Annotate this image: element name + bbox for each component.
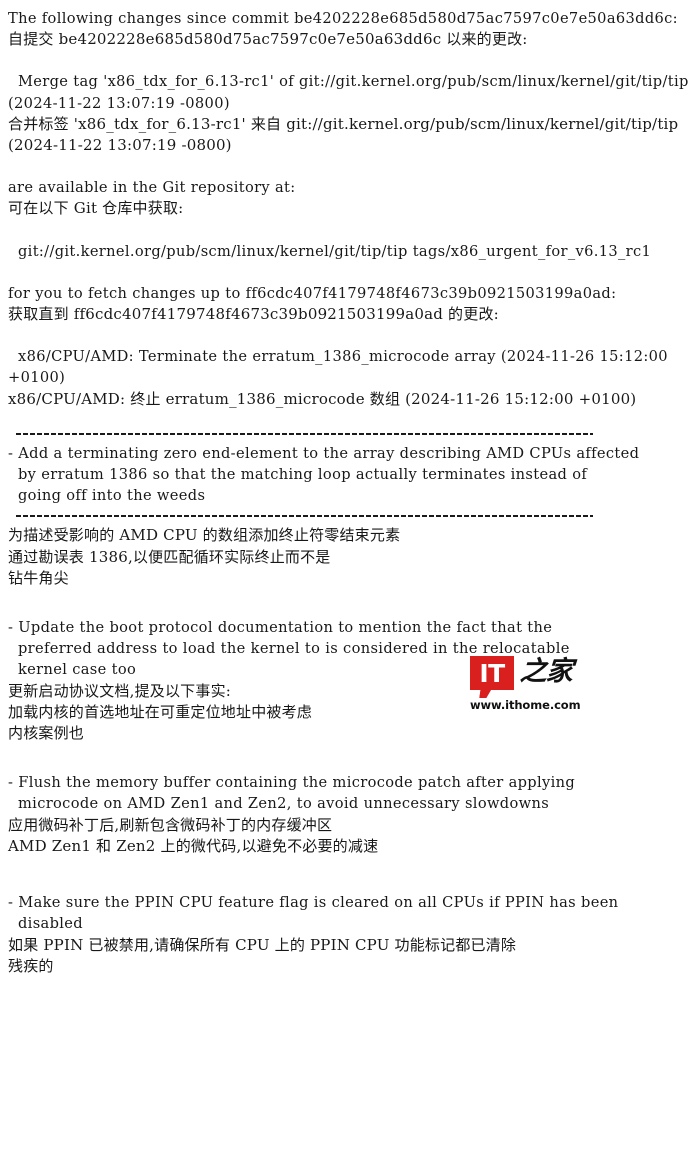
line-en: are available in the Git repository at:: [8, 179, 296, 197]
line-zh: 通过勘误表 1386,以便匹配循环实际终止而不是: [8, 547, 331, 566]
line-zh: x86/CPU/AMD: 终止 erratum_1386_microcode 数…: [8, 389, 637, 408]
line-zh: 可在以下 Git 仓库中获取:: [8, 199, 184, 218]
paragraph-merge-tag: Merge tag 'x86_tdx_for_6.13-rc1' of git:…: [8, 71, 690, 156]
line-zh: 自提交 be4202228e685d580d75ac7597c0e7e50a63…: [8, 30, 528, 49]
document-page: The following changes since commit be420…: [0, 0, 700, 1168]
line-en: for you to fetch changes up to ff6cdc407…: [8, 284, 617, 302]
line-en: microcode on AMD Zen1 and Zen2, to avoid…: [8, 795, 550, 813]
line-en: - Flush the memory buffer containing the…: [8, 774, 576, 792]
paragraph-fetch-up-to: for you to fetch changes up to ff6cdc407…: [8, 283, 690, 325]
line-en: The following changes since commit be420…: [8, 10, 678, 27]
line-zh: 合并标签 'x86_tdx_for_6.13-rc1' 来自 git://git…: [8, 114, 684, 155]
paragraph-repo-url: git://git.kernel.org/pub/scm/linux/kerne…: [8, 241, 690, 262]
line-zh: 残疾的: [8, 956, 54, 975]
line-en: Merge tag 'x86_tdx_for_6.13-rc1' of git:…: [8, 73, 694, 112]
changelog-item-2-en: - Update the boot protocol documentation…: [8, 617, 690, 681]
line-en: going off into the weeds: [8, 487, 206, 505]
line-zh: 获取直到 ff6cdc407f4179748f4673c39b092150319…: [8, 305, 499, 324]
changelog-item-2-zh: 更新启动协议文档,提及以下事实: 加载内核的首选地址在可重定位地址中被考虑 内核…: [8, 681, 690, 745]
changelog-item-1-en: - Add a terminating zero end-element to …: [8, 443, 690, 507]
line-en: - Update the boot protocol documentation…: [8, 619, 553, 637]
line-zh: 为描述受影响的 AMD CPU 的数组添加终止符零结束元素: [8, 526, 401, 545]
line-en: preferred address to load the kernel to …: [8, 640, 570, 658]
line-en: kernel case too: [8, 661, 137, 679]
line-zh: AMD Zen1 和 Zen2 上的微代码,以避免不必要的减速: [8, 836, 379, 855]
changelog-item-3-en: - Flush the memory buffer containing the…: [8, 772, 690, 814]
line-repo-url: git://git.kernel.org/pub/scm/linux/kerne…: [8, 242, 652, 260]
section-separator: [16, 432, 593, 435]
line-en: - Add a terminating zero end-element to …: [8, 444, 640, 462]
section-separator: [16, 515, 593, 518]
line-en: by erratum 1386 so that the matching loo…: [8, 466, 588, 484]
changelog-item-4-en: - Make sure the PPIN CPU feature flag is…: [8, 892, 690, 934]
paragraph-intro: The following changes since commit be420…: [8, 8, 690, 50]
line-en: x86/CPU/AMD: Terminate the erratum_1386_…: [8, 348, 673, 387]
line-zh: 加载内核的首选地址在可重定位地址中被考虑: [8, 702, 313, 721]
paragraph-available-at: are available in the Git repository at: …: [8, 177, 690, 219]
line-en: - Make sure the PPIN CPU feature flag is…: [8, 894, 619, 912]
changelog-item-4-zh: 如果 PPIN 已被禁用,请确保所有 CPU 上的 PPIN CPU 功能标记都…: [8, 935, 690, 977]
changelog-item-1-zh: 为描述受影响的 AMD CPU 的数组添加终止符零结束元素 通过勘误表 1386…: [8, 525, 690, 589]
line-zh: 内核案例也: [8, 724, 85, 743]
paragraph-head-subject: x86/CPU/AMD: Terminate the erratum_1386_…: [8, 346, 690, 410]
line-zh: 如果 PPIN 已被禁用,请确保所有 CPU 上的 PPIN CPU 功能标记都…: [8, 935, 517, 954]
line-zh: 钻牛角尖: [8, 568, 69, 587]
line-zh: 应用微码补丁后,刷新包含微码补丁的内存缓冲区: [8, 815, 333, 834]
line-en: disabled: [8, 915, 83, 933]
changelog-item-3-zh: 应用微码补丁后,刷新包含微码补丁的内存缓冲区 AMD Zen1 和 Zen2 上…: [8, 815, 690, 857]
line-zh: 更新启动协议文档,提及以下事实:: [8, 681, 232, 700]
